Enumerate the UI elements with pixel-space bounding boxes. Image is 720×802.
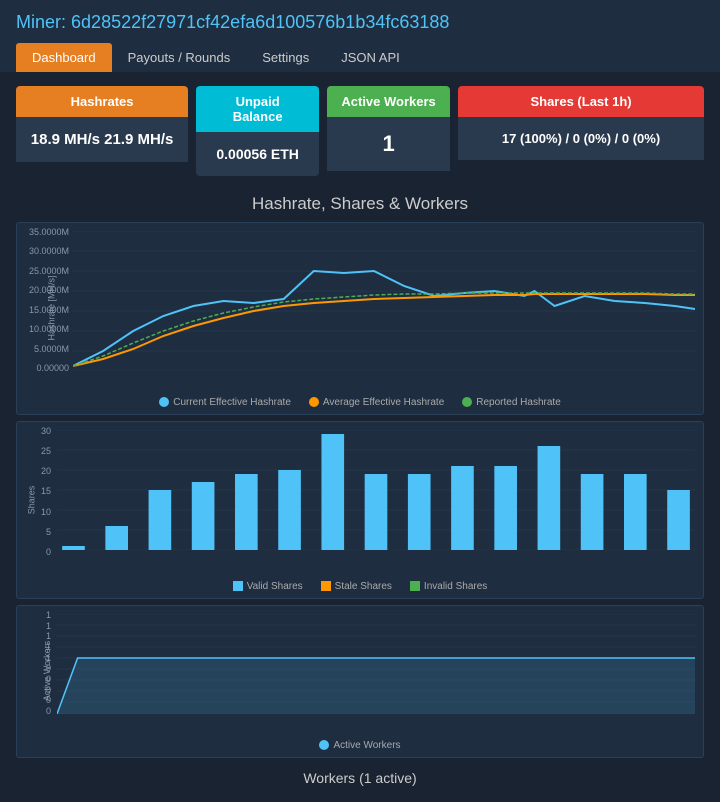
nav-settings[interactable]: Settings	[246, 43, 325, 72]
hashrates-card: Hashrates 18.9 MH/s 21.9 MH/s	[16, 86, 188, 176]
workers-legend: Active Workers	[17, 736, 703, 757]
unpaid-card: Unpaid Balance 0.00056 ETH	[196, 86, 319, 176]
hashrate-svg	[73, 231, 695, 371]
hashrate-chart: Hashrate [MH/s] 35.0000M 30.0000M 25.000…	[17, 223, 703, 393]
unpaid-value: 0.00056 ETH	[196, 132, 319, 176]
active-workers-card: Active Workers 1	[327, 86, 450, 176]
legend-reported: Reported Hashrate	[476, 397, 561, 408]
workers-svg	[57, 614, 695, 714]
shares-chart: Shares 30 25 20 15 10 5 0	[17, 422, 703, 577]
charts-section: Hashrate, Shares & Workers Hashrate [MH/…	[0, 190, 720, 802]
unpaid-title: Unpaid Balance	[196, 86, 319, 132]
shares-title: Shares (Last 1h)	[458, 86, 704, 117]
miner-address[interactable]: 6d28522f27971cf42efa6d100576b1b34fc63188	[71, 12, 449, 32]
chart-main-title: Hashrate, Shares & Workers	[16, 194, 704, 214]
shares-value: 17 (100%) / 0 (0%) / 0 (0%)	[458, 117, 704, 160]
hashrate-y-labels: 35.0000M 30.0000M 25.0000M 20.0000M 15.0…	[17, 223, 73, 373]
nav-jsonapi[interactable]: JSON API	[325, 43, 416, 72]
legend-active-workers: Active Workers	[333, 740, 400, 751]
legend-average: Average Effective Hashrate	[323, 397, 444, 408]
hashrate-chart-container: Hashrate [MH/s] 35.0000M 30.0000M 25.000…	[16, 222, 704, 415]
workers-chart: Active Workers 1 1 1 1 1 0 0 0 0 0	[17, 606, 703, 736]
legend-valid: Valid Shares	[247, 581, 303, 592]
workers-footer-title: Workers (1 active)	[16, 764, 704, 792]
miner-label: Miner:	[16, 12, 66, 32]
hashrates-value: 18.9 MH/s 21.9 MH/s	[16, 117, 188, 162]
workers-y-labels: 1 1 1 1 1 0 0 0 0 0	[17, 606, 55, 716]
nav-bar: Dashboard Payouts / Rounds Settings JSON…	[16, 43, 704, 72]
shares-y-labels: 30 25 20 15 10 5 0	[17, 422, 55, 557]
legend-stale: Stale Shares	[335, 581, 392, 592]
shares-legend: Valid Shares Stale Shares Invalid Shares	[17, 577, 703, 598]
legend-invalid: Invalid Shares	[424, 581, 487, 592]
hashrate-legend: Current Effective Hashrate Average Effec…	[17, 393, 703, 414]
nav-dashboard[interactable]: Dashboard	[16, 43, 112, 72]
shares-svg	[57, 430, 695, 550]
active-workers-title: Active Workers	[327, 86, 450, 117]
legend-current: Current Effective Hashrate	[173, 397, 291, 408]
workers-chart-container: Active Workers 1 1 1 1 1 0 0 0 0 0	[16, 605, 704, 758]
header: Miner: 6d28522f27971cf42efa6d100576b1b34…	[0, 0, 720, 72]
stats-row: Hashrates 18.9 MH/s 21.9 MH/s Unpaid Bal…	[0, 72, 720, 190]
shares-card: Shares (Last 1h) 17 (100%) / 0 (0%) / 0 …	[458, 86, 704, 176]
nav-payouts[interactable]: Payouts / Rounds	[112, 43, 247, 72]
shares-chart-container: Shares 30 25 20 15 10 5 0	[16, 421, 704, 599]
hashrates-title: Hashrates	[16, 86, 188, 117]
active-workers-value: 1	[327, 117, 450, 171]
miner-title: Miner: 6d28522f27971cf42efa6d100576b1b34…	[16, 12, 704, 33]
